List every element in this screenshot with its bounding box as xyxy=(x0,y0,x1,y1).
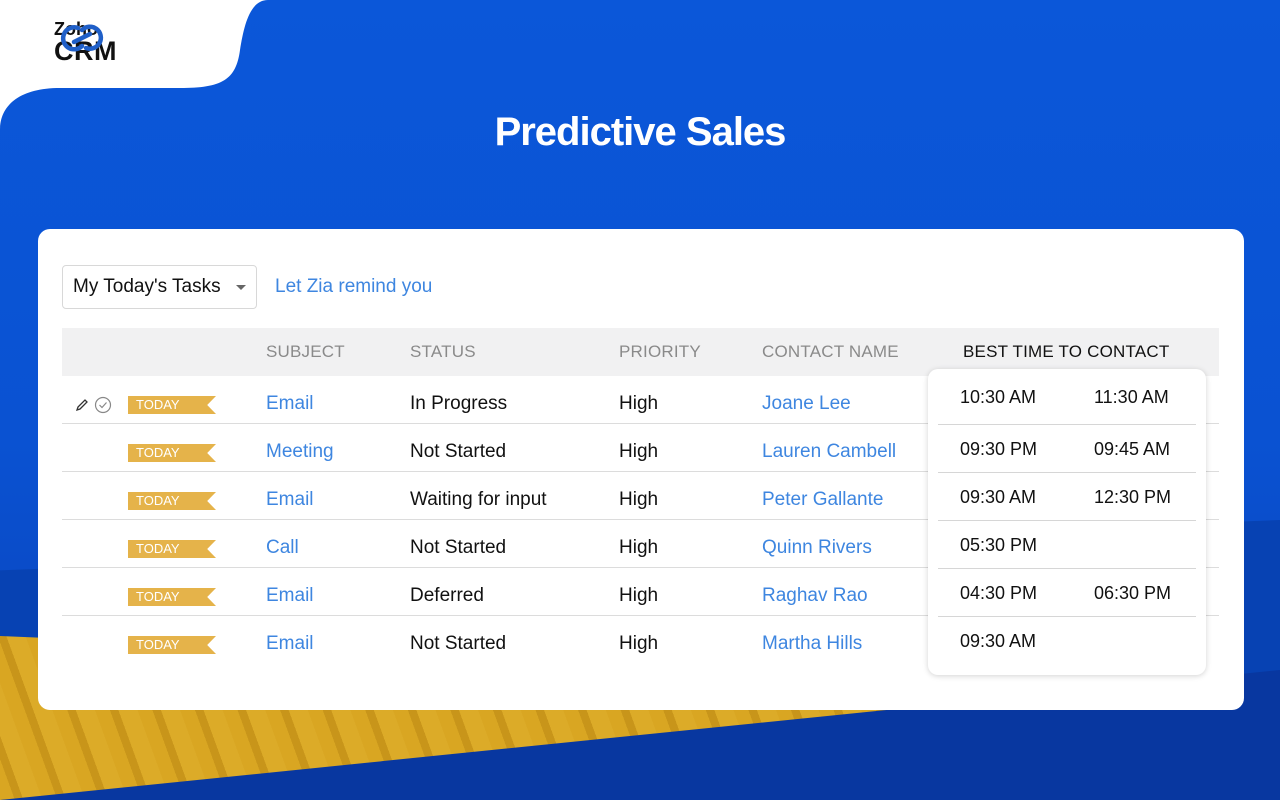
chevron-down-icon xyxy=(236,284,246,290)
status-text: Not Started xyxy=(410,537,507,558)
best-time-slot: 04:30 PM xyxy=(960,583,1038,603)
priority-text: High xyxy=(619,537,659,558)
toolbar: My Today's Tasks Let Zia remind you xyxy=(62,265,432,309)
zia-remind-link[interactable]: Let Zia remind you xyxy=(275,276,432,298)
best-time-panel: 10:30 AM 11:30 AM 09:30 PM 09:45 AM 09:3… xyxy=(928,369,1206,675)
contact-link[interactable]: Raghav Rao xyxy=(762,568,868,616)
zoho-rings-icon xyxy=(60,24,104,52)
best-time-slot: 09:45 AM xyxy=(1094,439,1171,459)
best-time-slot: 10:30 AM xyxy=(960,387,1037,407)
priority-text: High xyxy=(619,585,659,606)
column-contact-name[interactable]: CONTACT NAME xyxy=(762,328,899,376)
today-badge: TODAY xyxy=(128,492,216,510)
page-title: Predictive Sales xyxy=(494,110,787,154)
priority-text: High xyxy=(619,489,659,510)
task-view-dropdown[interactable]: My Today's Tasks xyxy=(62,265,257,309)
subject-link[interactable]: Email xyxy=(266,568,314,616)
best-time-row: 09:30 AM xyxy=(938,617,1196,665)
subject-link[interactable]: Email xyxy=(266,472,314,520)
contact-link[interactable]: Quinn Rivers xyxy=(762,520,872,568)
status-text: Not Started xyxy=(410,441,507,462)
pencil-icon[interactable] xyxy=(74,397,90,413)
best-time-slot: 12:30 PM xyxy=(1094,487,1172,507)
best-time-slot: 05:30 PM xyxy=(960,535,1038,555)
check-circle-icon[interactable] xyxy=(94,396,112,414)
subject-link[interactable]: Meeting xyxy=(266,424,334,472)
best-time-slot: 11:30 AM xyxy=(1094,387,1169,407)
priority-text: High xyxy=(619,393,659,414)
zoho-crm-logo[interactable]: Zoho CRM xyxy=(54,20,117,65)
best-time-row: 04:30 PM 06:30 PM xyxy=(938,569,1196,617)
contact-link[interactable]: Martha Hills xyxy=(762,616,862,664)
contact-link[interactable]: Joane Lee xyxy=(762,376,851,424)
priority-text: High xyxy=(619,633,659,654)
best-time-row: 09:30 PM 09:45 AM xyxy=(938,425,1196,473)
best-time-slot: 06:30 PM xyxy=(1094,583,1172,603)
priority-text: High xyxy=(619,441,659,462)
status-text: Not Started xyxy=(410,633,507,654)
today-badge: TODAY xyxy=(128,588,216,606)
tasks-card: My Today's Tasks Let Zia remind you SUBJ… xyxy=(38,229,1244,710)
contact-link[interactable]: Peter Gallante xyxy=(762,472,883,520)
today-badge: TODAY xyxy=(128,540,216,558)
column-priority[interactable]: PRIORITY xyxy=(619,328,701,376)
contact-link[interactable]: Lauren Cambell xyxy=(762,424,896,472)
today-badge: TODAY xyxy=(128,444,216,462)
subject-link[interactable]: Email xyxy=(266,616,314,664)
best-time-row: 10:30 AM 11:30 AM xyxy=(938,369,1196,425)
best-time-row: 09:30 AM 12:30 PM xyxy=(938,473,1196,521)
best-time-row: 05:30 PM xyxy=(938,521,1196,569)
status-text: Waiting for input xyxy=(410,489,547,510)
today-badge: TODAY xyxy=(128,636,216,654)
best-time-slot: 09:30 AM xyxy=(960,487,1037,507)
status-text: In Progress xyxy=(410,393,508,414)
best-time-slot: 09:30 AM xyxy=(960,631,1037,651)
column-subject[interactable]: SUBJECT xyxy=(266,328,345,376)
task-view-selected: My Today's Tasks xyxy=(73,276,221,297)
subject-link[interactable]: Call xyxy=(266,520,299,568)
column-status[interactable]: STATUS xyxy=(410,328,476,376)
best-time-slot: 09:30 PM xyxy=(960,439,1038,459)
row-actions xyxy=(74,396,112,414)
status-text: Deferred xyxy=(410,585,484,606)
subject-link[interactable]: Email xyxy=(266,376,314,424)
today-badge: TODAY xyxy=(128,396,216,414)
